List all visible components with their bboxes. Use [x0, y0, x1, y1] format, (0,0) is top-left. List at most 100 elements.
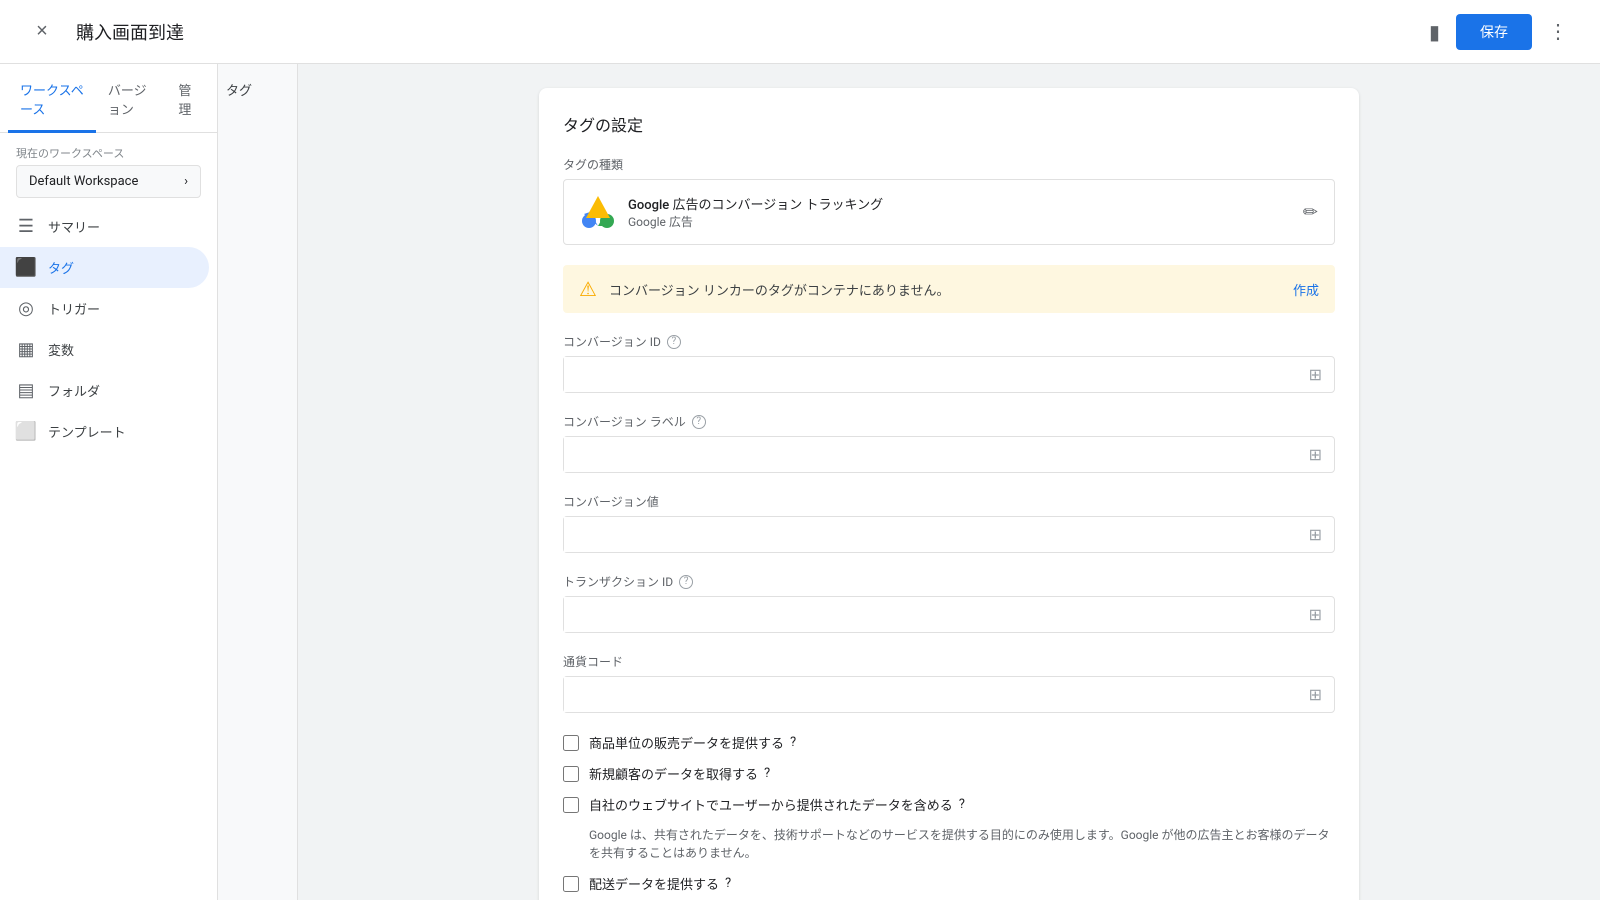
- tag-type-name: Google 広告のコンバージョン トラッキング: [628, 194, 1291, 213]
- currency-code-input[interactable]: [564, 677, 1297, 712]
- sidebar-item-label: テンプレート: [48, 422, 126, 441]
- help-icon[interactable]: ?: [790, 735, 796, 750]
- warning-icon: ⚠: [579, 277, 597, 301]
- google-ads-logo: [580, 194, 616, 230]
- transaction-id-input-wrap: ⊞: [563, 596, 1335, 633]
- panel-body: タグの設定 タグの種類: [539, 88, 1359, 900]
- help-icon[interactable]: ?: [725, 876, 731, 891]
- workspace-label: 現在のワークスペース: [16, 145, 201, 161]
- checkbox-product-data-input[interactable]: [563, 735, 579, 751]
- variable-picker-icon[interactable]: ⊞: [1297, 445, 1334, 464]
- transaction-id-field: トランザクション ID ? ⊞: [563, 573, 1335, 633]
- sidebar-item-label: トリガー: [48, 299, 100, 318]
- conversion-id-input-wrap: ⊞: [563, 356, 1335, 393]
- variable-icon: ▦: [16, 339, 36, 360]
- conversion-label-input-wrap: ⊞: [563, 436, 1335, 473]
- folder-nav-icon: ▤: [16, 380, 36, 401]
- checkbox-new-customer: 新規顧客のデータを取得する ?: [563, 764, 1335, 783]
- main-content: タグの設定 タグの種類: [298, 64, 1600, 900]
- folder-icon[interactable]: ▮: [1429, 20, 1440, 44]
- tag-type-label: タグの種類: [563, 156, 1335, 173]
- tag-type-sub: Google 広告: [628, 213, 1291, 230]
- edit-icon[interactable]: ✏: [1303, 202, 1318, 223]
- transaction-id-input[interactable]: [564, 597, 1297, 632]
- conversion-value-field: コンバージョン値 ⊞: [563, 493, 1335, 553]
- sidebar-item-variables[interactable]: ▦ 変数: [0, 329, 209, 370]
- currency-code-label: 通貨コード: [563, 653, 1335, 670]
- conversion-id-label: コンバージョン ID ?: [563, 333, 1335, 350]
- currency-code-input-wrap: ⊞: [563, 676, 1335, 713]
- sidebar-item-label: タグ: [48, 258, 74, 277]
- chevron-right-icon: ›: [184, 174, 188, 189]
- variable-picker-icon[interactable]: ⊞: [1297, 365, 1334, 384]
- checkbox-shipping-input[interactable]: [563, 876, 579, 892]
- help-icon[interactable]: ?: [959, 797, 965, 812]
- checkbox-new-customer-input[interactable]: [563, 766, 579, 782]
- sidebar-item-label: 変数: [48, 340, 74, 359]
- save-button[interactable]: 保存: [1456, 14, 1532, 50]
- tag-icon: ⬛: [16, 257, 36, 278]
- sidebar-item-label: サマリー: [48, 217, 100, 236]
- header-actions: 保存 ⋮: [1456, 14, 1576, 50]
- tab-admin[interactable]: 管理: [166, 64, 209, 133]
- sidebar-nav: ☰ サマリー ⬛ タグ ◎ トリガー ▦ 変数 ▤ フォルダ ⬜ テンプレート: [0, 206, 217, 452]
- sidebar-item-triggers[interactable]: ◎ トリガー: [0, 288, 209, 329]
- tag-list-panel: タグ: [218, 64, 298, 900]
- currency-code-field: 通貨コード ⊞: [563, 653, 1335, 713]
- workspace-section: 現在のワークスペース Default Workspace ›: [0, 133, 217, 206]
- tag-editor-header: × 購入画面到達 ▮ 保存 ⋮: [0, 0, 1600, 64]
- conversion-label-input[interactable]: [564, 437, 1297, 472]
- tag-type-info: Google 広告のコンバージョン トラッキング Google 広告: [628, 194, 1291, 230]
- sidebar: ワークスペース バージョン 管理 現在のワークスペース Default Work…: [0, 64, 218, 900]
- conversion-id-field: コンバージョン ID ? ⊞: [563, 333, 1335, 393]
- sidebar-item-summary[interactable]: ☰ サマリー: [0, 206, 209, 247]
- help-icon[interactable]: ?: [764, 766, 770, 781]
- warning-banner: ⚠ コンバージョン リンカーのタグがコンテナにありません。 作成: [563, 265, 1335, 313]
- conversion-label-label: コンバージョン ラベル ?: [563, 413, 1335, 430]
- checkbox-new-customer-label: 新規顧客のデータを取得する ?: [589, 764, 770, 783]
- conversion-value-input-wrap: ⊞: [563, 516, 1335, 553]
- warning-text: コンバージョン リンカーのタグがコンテナにありません。: [609, 280, 1281, 299]
- tag-name-title: 購入画面到達: [76, 19, 1413, 45]
- variable-picker-icon[interactable]: ⊞: [1297, 685, 1334, 704]
- help-icon[interactable]: ?: [692, 415, 706, 429]
- checkbox-shipping-label: 配送データを提供する ?: [589, 874, 731, 893]
- transaction-id-label: トランザクション ID ?: [563, 573, 1335, 590]
- more-button[interactable]: ⋮: [1540, 14, 1576, 50]
- warning-link[interactable]: 作成: [1293, 280, 1319, 299]
- close-button[interactable]: ×: [24, 14, 60, 50]
- tag-editor-panel: タグの設定 タグの種類: [539, 88, 1359, 900]
- conversion-label-field: コンバージョン ラベル ? ⊞: [563, 413, 1335, 473]
- workspace-selector[interactable]: Default Workspace ›: [16, 165, 201, 198]
- help-icon[interactable]: ?: [679, 575, 693, 589]
- checkbox-product-data: 商品単位の販売データを提供する ?: [563, 733, 1335, 752]
- conversion-value-label: コンバージョン値: [563, 493, 1335, 510]
- tag-list-header: タグ: [226, 84, 252, 99]
- tab-version[interactable]: バージョン: [96, 64, 166, 133]
- checkbox-user-data-description: Google は、共有されたデータを、技術サポートなどのサービスを提供する目的に…: [589, 826, 1335, 862]
- checkbox-shipping: 配送データを提供する ?: [563, 874, 1335, 893]
- close-icon: ×: [36, 20, 48, 43]
- summary-icon: ☰: [16, 216, 36, 237]
- more-icon: ⋮: [1548, 19, 1568, 44]
- checkbox-user-data-label: 自社のウェブサイトでユーザーから提供されたデータを含める ?: [589, 795, 965, 814]
- sidebar-item-templates[interactable]: ⬜ テンプレート: [0, 411, 209, 452]
- workspace-name: Default Workspace: [29, 174, 138, 189]
- sidebar-item-tags[interactable]: ⬛ タグ: [0, 247, 209, 288]
- tag-type-selector[interactable]: Google 広告のコンバージョン トラッキング Google 広告 ✏: [563, 179, 1335, 245]
- sidebar-item-folders[interactable]: ▤ フォルダ: [0, 370, 209, 411]
- tab-workspace[interactable]: ワークスペース: [8, 64, 96, 133]
- conversion-id-input[interactable]: [564, 357, 1297, 392]
- sidebar-item-label: フォルダ: [48, 381, 100, 400]
- help-icon[interactable]: ?: [667, 335, 681, 349]
- sidebar-tabs: ワークスペース バージョン 管理: [0, 64, 217, 133]
- section-title: タグの設定: [563, 112, 1335, 136]
- conversion-value-input[interactable]: [564, 517, 1297, 552]
- variable-picker-icon[interactable]: ⊞: [1297, 605, 1334, 624]
- checkbox-product-data-label: 商品単位の販売データを提供する ?: [589, 733, 796, 752]
- trigger-icon: ◎: [16, 298, 36, 319]
- checkbox-user-data-input[interactable]: [563, 797, 579, 813]
- template-icon: ⬜: [16, 421, 36, 442]
- variable-picker-icon[interactable]: ⊞: [1297, 525, 1334, 544]
- checkbox-user-data: 自社のウェブサイトでユーザーから提供されたデータを含める ?: [563, 795, 1335, 814]
